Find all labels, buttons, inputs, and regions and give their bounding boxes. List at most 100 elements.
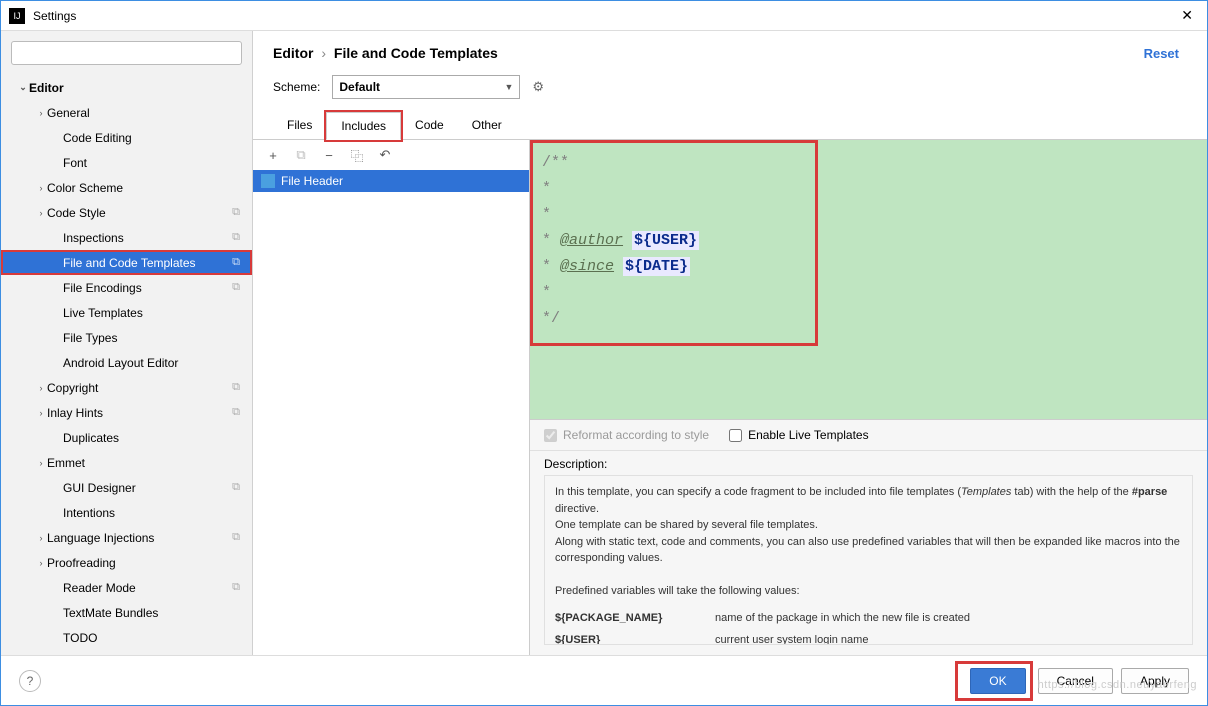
close-icon[interactable]: ✕ <box>1175 7 1199 24</box>
add-button[interactable]: + <box>265 148 281 163</box>
sidebar-item-android-layout-editor[interactable]: Android Layout Editor <box>1 350 252 375</box>
sidebar-item-emmet[interactable]: ›Emmet <box>1 450 252 475</box>
sidebar-item-intentions[interactable]: Intentions <box>1 500 252 525</box>
sidebar-item-font[interactable]: Font <box>1 150 252 175</box>
sidebar-item-live-templates[interactable]: Live Templates <box>1 300 252 325</box>
two-pane: + ⧉ − ⿻ ↶ File Header /** * * * @author … <box>253 140 1207 655</box>
sidebar-item-file-types[interactable]: File Types <box>1 325 252 350</box>
sidebar-item-label: Font <box>63 156 244 170</box>
remove-button[interactable]: − <box>321 148 337 163</box>
help-button[interactable]: ? <box>19 670 41 692</box>
project-scope-icon: ⧉ <box>232 256 244 269</box>
sidebar-item-file-encodings[interactable]: File Encodings⧉ <box>1 275 252 300</box>
sidebar-item-label: Live Templates <box>63 306 244 320</box>
predef-var-desc: name of the package in which the new fil… <box>715 610 970 627</box>
predef-var-row: ${USER} current user system login name <box>555 632 1182 645</box>
editor-line: * <box>542 202 1195 228</box>
editor-line: * <box>542 280 1195 306</box>
sidebar-item-textmate-bundles[interactable]: TextMate Bundles <box>1 600 252 625</box>
app-icon: IJ <box>9 8 25 24</box>
tab-includes[interactable]: Includes <box>326 112 401 140</box>
scheme-select[interactable]: Default ▼ <box>332 75 520 99</box>
sidebar-item-label: Proofreading <box>47 556 244 570</box>
reset-link[interactable]: Reset <box>1144 46 1187 61</box>
cancel-button[interactable]: Cancel <box>1038 668 1113 694</box>
sidebar-item-color-scheme[interactable]: ›Color Scheme <box>1 175 252 200</box>
project-scope-icon: ⧉ <box>232 531 244 544</box>
sidebar-item-code-style[interactable]: ›Code Style⧉ <box>1 200 252 225</box>
chevron-right-icon: › <box>35 558 47 568</box>
reformat-checkbox[interactable]: Reformat according to style <box>544 428 709 442</box>
sidebar-item-general[interactable]: ›General <box>1 100 252 125</box>
editor-line: /** <box>542 150 1195 176</box>
tab-code[interactable]: Code <box>401 112 458 140</box>
template-left-pane: + ⧉ − ⿻ ↶ File Header <box>253 140 530 655</box>
enable-live-checkbox[interactable]: Enable Live Templates <box>729 428 869 442</box>
project-scope-icon: ⧉ <box>232 206 244 219</box>
sidebar-item-reader-mode[interactable]: Reader Mode⧉ <box>1 575 252 600</box>
sidebar-item-todo[interactable]: TODO <box>1 625 252 650</box>
scheme-label: Scheme: <box>273 80 320 94</box>
chevron-right-icon: › <box>35 533 47 543</box>
sidebar-item-label: GUI Designer <box>63 481 232 495</box>
search-wrap: 🔍 <box>1 31 252 71</box>
chevron-down-icon: ⌄ <box>17 82 29 93</box>
sidebar-item-duplicates[interactable]: Duplicates <box>1 425 252 450</box>
reformat-label: Reformat according to style <box>563 428 709 442</box>
template-editor[interactable]: /** * * * @author ${USER} * @since ${DAT… <box>530 140 1207 419</box>
description-heading: Description: <box>544 457 1193 471</box>
sidebar-item-label: Duplicates <box>63 431 244 445</box>
footer: ? OK Cancel Apply <box>1 655 1207 705</box>
breadcrumb: Editor › File and Code Templates <box>273 45 1144 61</box>
enable-live-checkbox-input[interactable] <box>729 429 742 442</box>
tab-other[interactable]: Other <box>458 112 516 140</box>
sidebar: 🔍 ⌄Editor›GeneralCode EditingFont›Color … <box>1 31 253 655</box>
ok-button[interactable]: OK <box>970 668 1025 694</box>
sidebar-item-inspections[interactable]: Inspections⧉ <box>1 225 252 250</box>
file-icon <box>261 174 275 188</box>
description-block: Description: In this template, you can s… <box>530 450 1207 655</box>
breadcrumb-b: File and Code Templates <box>334 45 498 61</box>
chevron-right-icon: › <box>35 108 47 118</box>
sidebar-item-label: Code Editing <box>63 131 244 145</box>
predef-var-desc: current user system login name <box>715 632 868 645</box>
sidebar-item-copyright[interactable]: ›Copyright⧉ <box>1 375 252 400</box>
sidebar-item-editor[interactable]: ⌄Editor <box>1 75 252 100</box>
reformat-checkbox-input[interactable] <box>544 429 557 442</box>
undo-button[interactable]: ↶ <box>377 147 393 163</box>
sidebar-item-code-editing[interactable]: Code Editing <box>1 125 252 150</box>
copy-button[interactable]: ⿻ <box>349 146 365 165</box>
editor-line: * @since ${DATE} <box>542 254 1195 280</box>
gear-icon[interactable]: ⚙ <box>532 79 544 95</box>
sidebar-item-label: Copyright <box>47 381 232 395</box>
main-header: Editor › File and Code Templates Reset <box>253 31 1207 65</box>
predef-var-name: ${USER} <box>555 632 675 645</box>
sidebar-item-inlay-hints[interactable]: ›Inlay Hints⧉ <box>1 400 252 425</box>
settings-tree[interactable]: ⌄Editor›GeneralCode EditingFont›Color Sc… <box>1 71 252 655</box>
search-input[interactable] <box>11 41 242 65</box>
sidebar-item-file-and-code-templates[interactable]: File and Code Templates⧉ <box>1 250 252 275</box>
sidebar-item-label: Emmet <box>47 456 244 470</box>
sidebar-item-proofreading[interactable]: ›Proofreading <box>1 550 252 575</box>
breadcrumb-a[interactable]: Editor <box>273 45 313 61</box>
template-row[interactable]: File Header <box>253 170 529 192</box>
editor-line: * @author ${USER} <box>542 228 1195 254</box>
project-scope-icon: ⧉ <box>232 381 244 394</box>
editor-line: */ <box>542 306 1195 332</box>
sidebar-item-label: Language Injections <box>47 531 232 545</box>
add-child-button[interactable]: ⧉ <box>293 147 309 163</box>
tabs: FilesIncludesCodeOther <box>253 105 1207 140</box>
sidebar-item-gui-designer[interactable]: GUI Designer⧉ <box>1 475 252 500</box>
project-scope-icon: ⧉ <box>232 281 244 294</box>
sidebar-item-language-injections[interactable]: ›Language Injections⧉ <box>1 525 252 550</box>
project-scope-icon: ⧉ <box>232 581 244 594</box>
project-scope-icon: ⧉ <box>232 231 244 244</box>
template-list[interactable]: File Header <box>253 170 529 655</box>
sidebar-item-label: Reader Mode <box>63 581 232 595</box>
sidebar-item-label: File Encodings <box>63 281 232 295</box>
sidebar-item-label: Editor <box>29 81 244 95</box>
apply-button[interactable]: Apply <box>1121 668 1189 694</box>
sidebar-item-label: Inlay Hints <box>47 406 232 420</box>
tab-files[interactable]: Files <box>273 112 326 140</box>
sidebar-item-label: File Types <box>63 331 244 345</box>
